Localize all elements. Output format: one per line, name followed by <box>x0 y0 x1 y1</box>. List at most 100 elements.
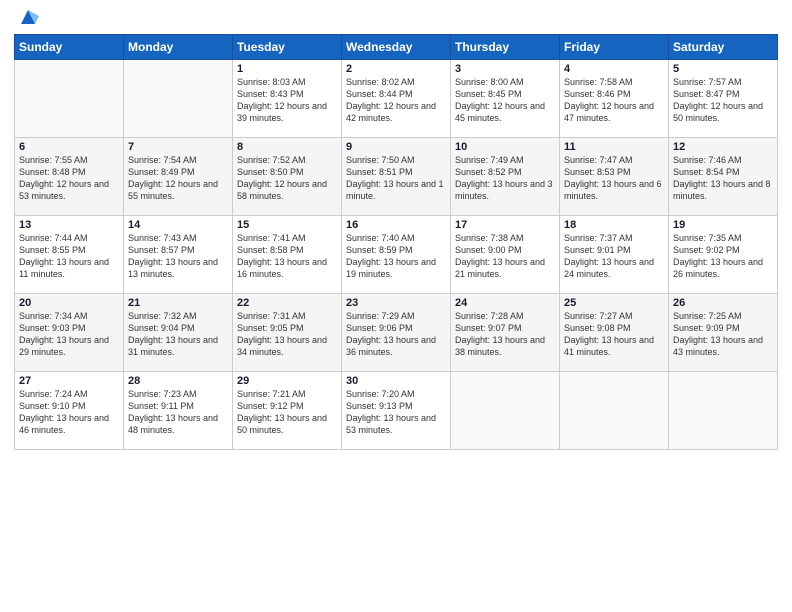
week-row-2: 6Sunrise: 7:55 AM Sunset: 8:48 PM Daylig… <box>15 138 778 216</box>
day-cell: 3Sunrise: 8:00 AM Sunset: 8:45 PM Daylig… <box>451 60 560 138</box>
day-info: Sunrise: 7:21 AM Sunset: 9:12 PM Dayligh… <box>237 388 337 437</box>
day-cell: 12Sunrise: 7:46 AM Sunset: 8:54 PM Dayli… <box>669 138 778 216</box>
day-number: 2 <box>346 63 446 75</box>
day-info: Sunrise: 7:20 AM Sunset: 9:13 PM Dayligh… <box>346 388 446 437</box>
day-cell: 9Sunrise: 7:50 AM Sunset: 8:51 PM Daylig… <box>342 138 451 216</box>
day-number: 4 <box>564 63 664 75</box>
day-info: Sunrise: 7:32 AM Sunset: 9:04 PM Dayligh… <box>128 310 228 359</box>
day-cell: 14Sunrise: 7:43 AM Sunset: 8:57 PM Dayli… <box>124 216 233 294</box>
day-info: Sunrise: 7:35 AM Sunset: 9:02 PM Dayligh… <box>673 232 773 281</box>
day-cell: 2Sunrise: 8:02 AM Sunset: 8:44 PM Daylig… <box>342 60 451 138</box>
day-number: 24 <box>455 297 555 309</box>
day-number: 25 <box>564 297 664 309</box>
day-number: 23 <box>346 297 446 309</box>
day-number: 14 <box>128 219 228 231</box>
day-info: Sunrise: 7:43 AM Sunset: 8:57 PM Dayligh… <box>128 232 228 281</box>
day-info: Sunrise: 7:28 AM Sunset: 9:07 PM Dayligh… <box>455 310 555 359</box>
day-info: Sunrise: 7:24 AM Sunset: 9:10 PM Dayligh… <box>19 388 119 437</box>
day-number: 16 <box>346 219 446 231</box>
day-number: 8 <box>237 141 337 153</box>
day-cell: 24Sunrise: 7:28 AM Sunset: 9:07 PM Dayli… <box>451 294 560 372</box>
header <box>14 10 778 28</box>
day-number: 12 <box>673 141 773 153</box>
day-info: Sunrise: 7:58 AM Sunset: 8:46 PM Dayligh… <box>564 76 664 125</box>
day-number: 19 <box>673 219 773 231</box>
day-info: Sunrise: 7:29 AM Sunset: 9:06 PM Dayligh… <box>346 310 446 359</box>
day-number: 11 <box>564 141 664 153</box>
day-cell: 13Sunrise: 7:44 AM Sunset: 8:55 PM Dayli… <box>15 216 124 294</box>
day-number: 20 <box>19 297 119 309</box>
weekday-header-row: SundayMondayTuesdayWednesdayThursdayFrid… <box>15 35 778 60</box>
day-info: Sunrise: 7:27 AM Sunset: 9:08 PM Dayligh… <box>564 310 664 359</box>
day-cell: 19Sunrise: 7:35 AM Sunset: 9:02 PM Dayli… <box>669 216 778 294</box>
calendar-table: SundayMondayTuesdayWednesdayThursdayFrid… <box>14 34 778 450</box>
day-info: Sunrise: 7:41 AM Sunset: 8:58 PM Dayligh… <box>237 232 337 281</box>
day-number: 21 <box>128 297 228 309</box>
day-cell <box>15 60 124 138</box>
weekday-header-thursday: Thursday <box>451 35 560 60</box>
day-cell: 15Sunrise: 7:41 AM Sunset: 8:58 PM Dayli… <box>233 216 342 294</box>
day-number: 30 <box>346 375 446 387</box>
day-number: 28 <box>128 375 228 387</box>
day-cell: 5Sunrise: 7:57 AM Sunset: 8:47 PM Daylig… <box>669 60 778 138</box>
week-row-5: 27Sunrise: 7:24 AM Sunset: 9:10 PM Dayli… <box>15 372 778 450</box>
day-number: 9 <box>346 141 446 153</box>
day-cell: 30Sunrise: 7:20 AM Sunset: 9:13 PM Dayli… <box>342 372 451 450</box>
day-cell: 26Sunrise: 7:25 AM Sunset: 9:09 PM Dayli… <box>669 294 778 372</box>
weekday-header-friday: Friday <box>560 35 669 60</box>
logo <box>14 10 39 28</box>
day-number: 29 <box>237 375 337 387</box>
day-number: 17 <box>455 219 555 231</box>
day-number: 22 <box>237 297 337 309</box>
day-info: Sunrise: 7:38 AM Sunset: 9:00 PM Dayligh… <box>455 232 555 281</box>
day-number: 7 <box>128 141 228 153</box>
day-number: 1 <box>237 63 337 75</box>
day-info: Sunrise: 7:23 AM Sunset: 9:11 PM Dayligh… <box>128 388 228 437</box>
day-cell: 1Sunrise: 8:03 AM Sunset: 8:43 PM Daylig… <box>233 60 342 138</box>
week-row-1: 1Sunrise: 8:03 AM Sunset: 8:43 PM Daylig… <box>15 60 778 138</box>
day-info: Sunrise: 8:03 AM Sunset: 8:43 PM Dayligh… <box>237 76 337 125</box>
day-cell: 23Sunrise: 7:29 AM Sunset: 9:06 PM Dayli… <box>342 294 451 372</box>
day-cell: 8Sunrise: 7:52 AM Sunset: 8:50 PM Daylig… <box>233 138 342 216</box>
day-cell: 18Sunrise: 7:37 AM Sunset: 9:01 PM Dayli… <box>560 216 669 294</box>
day-info: Sunrise: 7:25 AM Sunset: 9:09 PM Dayligh… <box>673 310 773 359</box>
day-number: 26 <box>673 297 773 309</box>
day-info: Sunrise: 7:52 AM Sunset: 8:50 PM Dayligh… <box>237 154 337 203</box>
day-cell: 7Sunrise: 7:54 AM Sunset: 8:49 PM Daylig… <box>124 138 233 216</box>
day-info: Sunrise: 8:02 AM Sunset: 8:44 PM Dayligh… <box>346 76 446 125</box>
weekday-header-wednesday: Wednesday <box>342 35 451 60</box>
day-info: Sunrise: 7:46 AM Sunset: 8:54 PM Dayligh… <box>673 154 773 203</box>
day-cell: 4Sunrise: 7:58 AM Sunset: 8:46 PM Daylig… <box>560 60 669 138</box>
day-cell: 22Sunrise: 7:31 AM Sunset: 9:05 PM Dayli… <box>233 294 342 372</box>
day-cell: 29Sunrise: 7:21 AM Sunset: 9:12 PM Dayli… <box>233 372 342 450</box>
day-info: Sunrise: 7:44 AM Sunset: 8:55 PM Dayligh… <box>19 232 119 281</box>
day-cell: 10Sunrise: 7:49 AM Sunset: 8:52 PM Dayli… <box>451 138 560 216</box>
day-info: Sunrise: 7:55 AM Sunset: 8:48 PM Dayligh… <box>19 154 119 203</box>
day-number: 13 <box>19 219 119 231</box>
day-number: 27 <box>19 375 119 387</box>
day-number: 6 <box>19 141 119 153</box>
day-number: 15 <box>237 219 337 231</box>
weekday-header-saturday: Saturday <box>669 35 778 60</box>
day-cell <box>669 372 778 450</box>
day-info: Sunrise: 7:40 AM Sunset: 8:59 PM Dayligh… <box>346 232 446 281</box>
day-info: Sunrise: 7:57 AM Sunset: 8:47 PM Dayligh… <box>673 76 773 125</box>
day-cell: 11Sunrise: 7:47 AM Sunset: 8:53 PM Dayli… <box>560 138 669 216</box>
day-number: 18 <box>564 219 664 231</box>
weekday-header-tuesday: Tuesday <box>233 35 342 60</box>
day-cell: 21Sunrise: 7:32 AM Sunset: 9:04 PM Dayli… <box>124 294 233 372</box>
day-info: Sunrise: 7:31 AM Sunset: 9:05 PM Dayligh… <box>237 310 337 359</box>
day-cell: 25Sunrise: 7:27 AM Sunset: 9:08 PM Dayli… <box>560 294 669 372</box>
day-cell <box>124 60 233 138</box>
day-number: 3 <box>455 63 555 75</box>
weekday-header-monday: Monday <box>124 35 233 60</box>
day-info: Sunrise: 7:50 AM Sunset: 8:51 PM Dayligh… <box>346 154 446 203</box>
day-info: Sunrise: 7:49 AM Sunset: 8:52 PM Dayligh… <box>455 154 555 203</box>
day-number: 10 <box>455 141 555 153</box>
day-cell: 17Sunrise: 7:38 AM Sunset: 9:00 PM Dayli… <box>451 216 560 294</box>
day-info: Sunrise: 7:37 AM Sunset: 9:01 PM Dayligh… <box>564 232 664 281</box>
day-cell: 20Sunrise: 7:34 AM Sunset: 9:03 PM Dayli… <box>15 294 124 372</box>
week-row-4: 20Sunrise: 7:34 AM Sunset: 9:03 PM Dayli… <box>15 294 778 372</box>
day-cell: 28Sunrise: 7:23 AM Sunset: 9:11 PM Dayli… <box>124 372 233 450</box>
day-cell: 6Sunrise: 7:55 AM Sunset: 8:48 PM Daylig… <box>15 138 124 216</box>
